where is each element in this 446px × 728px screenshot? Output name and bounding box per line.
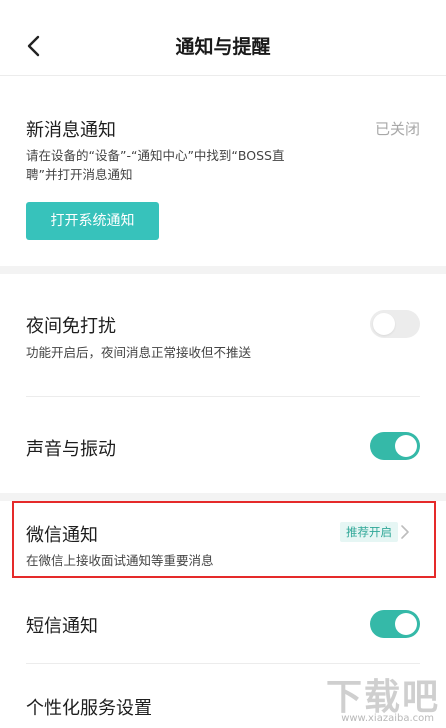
sms-notification-label: 短信通知: [26, 616, 98, 637]
open-system-notification-button[interactable]: 打开系统通知: [26, 202, 159, 240]
new-message-section: 新消息通知 已关闭 请在设备的“设备”-“通知中心”中找到“BOSS直 聘”并打…: [0, 76, 446, 260]
new-message-status: 已关闭: [374, 120, 420, 138]
night-mode-toggle[interactable]: [370, 310, 420, 338]
top-bar: 通知与提醒: [0, 14, 446, 76]
night-mode-label: 夜间免打扰: [26, 316, 116, 337]
sound-vibration-toggle[interactable]: [370, 432, 420, 460]
new-message-desc-line1: 请在设备的“设备”-“通知中心”中找到“BOSS直: [26, 148, 285, 163]
night-mode-row[interactable]: 夜间免打扰 功能开启后，夜间消息正常接收但不推送: [0, 274, 446, 396]
toggle-knob: [373, 313, 395, 335]
page-title: 通知与提醒: [175, 36, 271, 58]
watermark-logo: 下载吧 www.xiazaiba.com: [304, 668, 442, 724]
toggle-knob: [395, 613, 417, 635]
new-message-label: 新消息通知: [26, 120, 116, 141]
watermark-url: www.xiazaiba.com: [341, 713, 434, 724]
section-gap: [0, 493, 446, 501]
toggle-knob: [395, 435, 417, 457]
night-mode-desc: 功能开启后，夜间消息正常接收但不推送: [26, 345, 252, 360]
personalized-service-label: 个性化服务设置: [26, 698, 152, 719]
new-message-desc-line2: 聘”并打开消息通知: [26, 167, 133, 182]
highlight-box: [12, 501, 436, 578]
sound-vibration-label: 声音与振动: [26, 439, 116, 460]
section-gap: [0, 266, 446, 274]
status-bar: [0, 0, 446, 14]
sound-vibration-row[interactable]: 声音与振动: [0, 397, 446, 493]
sms-notification-toggle[interactable]: [370, 610, 420, 638]
sms-notification-row[interactable]: 短信通知: [0, 586, 446, 662]
